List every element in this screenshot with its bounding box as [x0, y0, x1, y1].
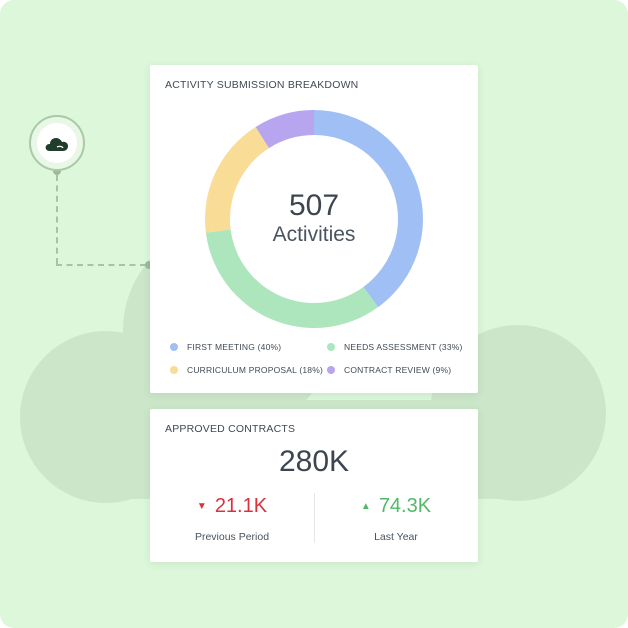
donut-slice-first-meeting[interactable]	[314, 110, 423, 308]
metric-previous-period-value-row: ▼ 21.1K	[150, 493, 314, 519]
contracts-total: 280K	[278, 445, 350, 478]
legend-label-first-meeting: FIRST MEETING (40%)	[187, 342, 282, 352]
legend-dot-curriculum-proposal	[170, 366, 178, 374]
donut-slice-curriculum-proposal[interactable]	[205, 126, 269, 233]
legend-label-contract-review: CONTRACT REVIEW (9%)	[344, 365, 452, 375]
legend-dot-contract-review	[327, 366, 335, 374]
donut-chart	[205, 110, 423, 328]
metric-previous-period: ▼ 21.1K Previous Period	[150, 493, 314, 544]
connector-line-horizontal	[56, 264, 146, 266]
legend-item-curriculum-proposal: CURRICULUM PROPOSAL (18%)	[170, 365, 323, 375]
connector-line-vertical	[56, 175, 58, 264]
dashboard-canvas: ACTIVITY SUBMISSION BREAKDOWN 507 Activi…	[0, 0, 628, 628]
metric-last-year-value: 74.3K	[378, 494, 432, 517]
donut-slice-needs-assessment[interactable]	[205, 229, 379, 328]
metric-last-year: ▲ 74.3K Last Year	[314, 493, 478, 544]
cloud-icon	[45, 138, 68, 151]
legend-item-needs-assessment: NEEDS ASSESSMENT (33%)	[327, 342, 463, 352]
legend-item-first-meeting: FIRST MEETING (40%)	[170, 342, 281, 352]
metric-last-year-value-row: ▲ 74.3K	[314, 493, 478, 519]
metric-previous-period-value: 21.1K	[214, 494, 268, 517]
legend-label-needs-assessment: NEEDS ASSESSMENT (33%)	[344, 342, 463, 352]
approved-contracts-card: APPROVED CONTRACTS 280K ▼ 21.1K Previous…	[150, 409, 478, 562]
legend-dot-needs-assessment	[327, 343, 335, 351]
legend-label-curriculum-proposal: CURRICULUM PROPOSAL (18%)	[187, 365, 323, 375]
cloud-badge-inner	[37, 123, 77, 163]
legend-item-contract-review: CONTRACT REVIEW (9%)	[327, 365, 451, 375]
cloud-badge[interactable]	[29, 115, 85, 171]
metric-last-year-label: Last Year	[374, 531, 418, 543]
contracts-card-title: APPROVED CONTRACTS	[165, 423, 296, 435]
activity-breakdown-card: ACTIVITY SUBMISSION BREAKDOWN 507 Activi…	[150, 65, 478, 393]
legend-dot-first-meeting	[170, 343, 178, 351]
up-arrow-icon: ▲	[360, 500, 371, 512]
metric-previous-period-label: Previous Period	[194, 531, 270, 543]
breakdown-card-title: ACTIVITY SUBMISSION BREAKDOWN	[165, 79, 359, 91]
down-arrow-icon: ▼	[196, 500, 207, 512]
